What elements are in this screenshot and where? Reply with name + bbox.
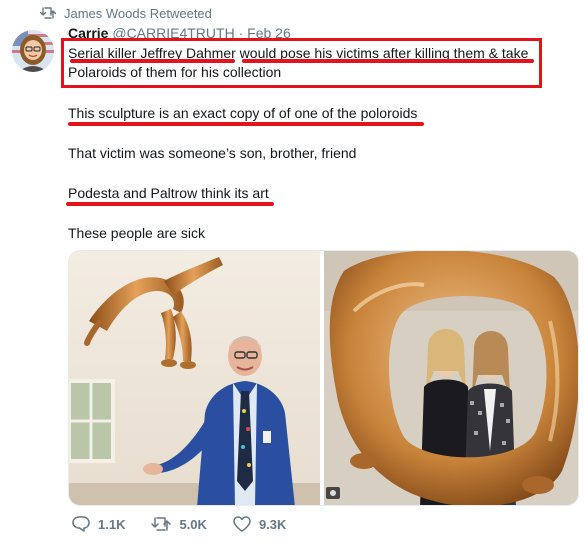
camera-icon bbox=[326, 487, 340, 499]
tweet-media[interactable] bbox=[68, 250, 579, 506]
red-highlight-box bbox=[61, 38, 542, 88]
red-underline-pose bbox=[242, 59, 534, 63]
red-underline-sculpture bbox=[68, 122, 424, 126]
like-button[interactable]: 9.3K bbox=[233, 516, 286, 532]
retweeted-by-label: James Woods Retweeted bbox=[64, 5, 212, 21]
tweet-text-line-4: That victim was someone’s son, brother, … bbox=[68, 145, 357, 161]
like-count: 9.3K bbox=[258, 516, 287, 532]
red-underline-dahmer bbox=[70, 59, 235, 63]
reply-count: 1.1K bbox=[98, 516, 126, 532]
red-underline-podesta bbox=[66, 202, 274, 206]
tweet-actions: 1.1K 5.0K 9.3K bbox=[72, 516, 312, 532]
avatar[interactable] bbox=[12, 30, 54, 72]
retweet-icon bbox=[40, 7, 56, 19]
photo-right[interactable] bbox=[324, 251, 578, 505]
photo-left[interactable] bbox=[69, 251, 321, 505]
retweet-count: 5.0K bbox=[179, 516, 207, 532]
tweet-text-line-3: This sculpture is an exact copy of of on… bbox=[68, 105, 418, 121]
retweet-context: James Woods Retweeted bbox=[40, 4, 212, 22]
tweet-text-line-5: Podesta and Paltrow think its art bbox=[68, 185, 269, 201]
heart-icon bbox=[233, 516, 251, 532]
tweet-text-line-6: These people are sick bbox=[68, 225, 205, 241]
reply-button[interactable]: 1.1K bbox=[72, 516, 125, 532]
retweet-icon bbox=[151, 517, 172, 531]
retweet-button[interactable]: 5.0K bbox=[151, 516, 207, 532]
reply-icon bbox=[72, 516, 90, 532]
